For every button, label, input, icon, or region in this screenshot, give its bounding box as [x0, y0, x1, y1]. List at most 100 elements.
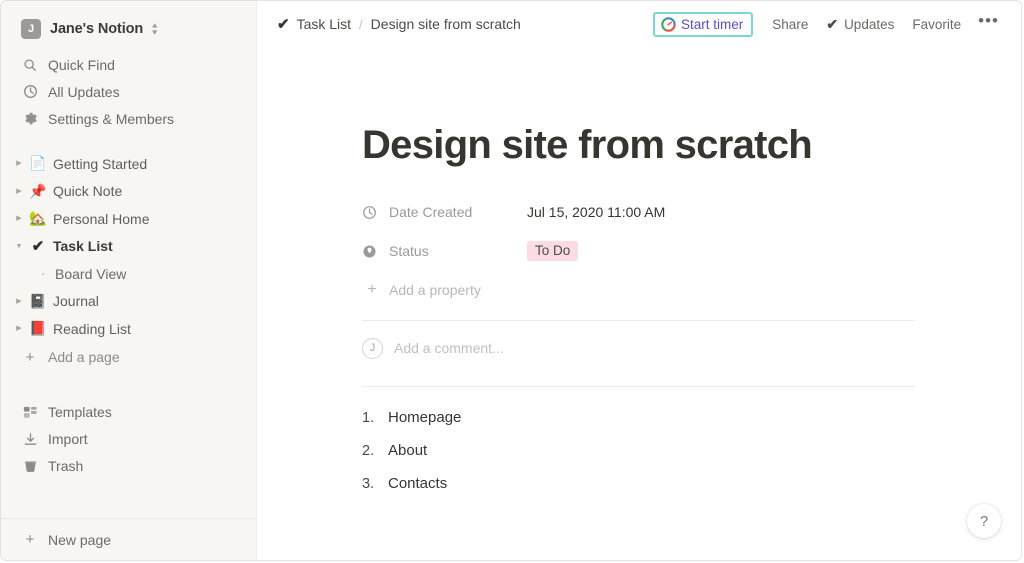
property-label: Date Created [389, 204, 473, 220]
list-item[interactable]: 3. Contacts [362, 475, 961, 508]
sidebar-item-settings-members[interactable]: Settings & Members [1, 105, 256, 132]
toolbar-actions: Start timer Share ✔ Updates Favorite ••• [653, 11, 1007, 38]
tree-item-label: Journal [53, 293, 99, 310]
property-name-status[interactable]: Status [362, 243, 527, 259]
page-icon: 📄 [29, 155, 47, 172]
app-window: J Jane's Notion ▲ ▼ Quick Find All Updat… [0, 0, 1022, 561]
comment-divider [362, 386, 915, 387]
pushpin-icon: 📌 [29, 182, 47, 199]
list-item-text[interactable]: Contacts [388, 475, 447, 492]
workspace-switcher[interactable]: J Jane's Notion ▲ ▼ [1, 1, 256, 49]
import-icon [21, 432, 39, 447]
add-property-label: Add a property [389, 282, 481, 298]
tree-item-board-view[interactable]: · Board View [1, 260, 256, 288]
breadcrumb-parent-label: Task List [296, 16, 352, 32]
chevron-updown-icon: ▲ ▼ [150, 21, 160, 37]
page-body: Design site from scratch Date Created Ju… [257, 47, 1021, 508]
checkmark-icon: ✔ [826, 15, 839, 32]
chevron-right-icon[interactable]: ▶ [11, 298, 27, 305]
list-item-number: 2. [362, 443, 375, 459]
start-timer-label: Start timer [681, 16, 744, 32]
templates-icon [21, 405, 39, 420]
breadcrumb-parent[interactable]: ✔ Task List [277, 15, 351, 33]
status-badge: To Do [527, 240, 579, 262]
add-comment-row[interactable]: J Add a comment... [362, 325, 961, 371]
add-a-page-label: Add a page [48, 349, 120, 365]
checkmark-icon: ✔ [31, 238, 45, 256]
sidebar-item-label: Import [48, 431, 88, 447]
tree-item-reading-list[interactable]: ▶ 📕 Reading List [1, 315, 256, 343]
plus-icon: + [367, 281, 377, 298]
avatar: J [362, 337, 383, 359]
properties-divider [362, 320, 915, 321]
plus-icon: + [25, 348, 35, 366]
house-icon: 🏡 [29, 210, 47, 227]
property-label: Status [389, 243, 429, 259]
notebook-icon: 📓 [29, 292, 47, 309]
tree-item-task-list[interactable]: ▼ ✔ Task List [1, 233, 256, 261]
sidebar: J Jane's Notion ▲ ▼ Quick Find All Updat… [1, 1, 257, 560]
tree-item-getting-started[interactable]: ▶ 📄 Getting Started [1, 150, 256, 178]
list-item-number: 1. [362, 410, 375, 426]
list-item-number: 3. [362, 476, 375, 492]
sidebar-item-label: All Updates [48, 83, 120, 100]
property-value-date-created[interactable]: Jul 15, 2020 11:00 AM [527, 204, 665, 220]
tree-item-personal-home[interactable]: ▶ 🏡 Personal Home [1, 205, 256, 233]
share-label: Share [772, 16, 809, 32]
favorite-button[interactable]: Favorite [903, 12, 970, 37]
list-item[interactable]: 2. About [362, 442, 961, 475]
tree-item-label: Getting Started [53, 155, 148, 172]
list-item-text[interactable]: About [388, 442, 427, 459]
sidebar-item-import[interactable]: Import [1, 426, 256, 453]
sidebar-item-all-updates[interactable]: All Updates [1, 78, 256, 105]
tree-item-quick-note[interactable]: ▶ 📌 Quick Note [1, 178, 256, 206]
tree-item-journal[interactable]: ▶ 📓 Journal [1, 288, 256, 316]
bullet-dot-icon: · [41, 266, 46, 282]
sidebar-item-templates[interactable]: Templates [1, 399, 256, 426]
chevron-down-icon[interactable]: ▼ [11, 243, 27, 250]
list-item[interactable]: 1. Homepage [362, 409, 961, 442]
property-name-date-created[interactable]: Date Created [362, 204, 527, 220]
sidebar-item-quick-find[interactable]: Quick Find [1, 51, 256, 78]
updates-button[interactable]: ✔ Updates [817, 11, 903, 38]
sidebar-item-label: Quick Find [48, 56, 115, 73]
help-button[interactable]: ? [967, 504, 1001, 538]
share-button[interactable]: Share [763, 12, 817, 37]
favorite-label: Favorite [912, 16, 962, 32]
sidebar-item-label: Templates [48, 404, 112, 420]
tree-item-label: Task List [53, 238, 113, 255]
checkmark-icon: ✔ [277, 16, 290, 33]
new-page-button[interactable]: + New page [1, 518, 256, 560]
plus-icon: + [25, 531, 35, 548]
tree-item-label: Quick Note [53, 183, 123, 200]
workspace-name: Jane's Notion [50, 21, 144, 37]
add-a-page-button[interactable]: + Add a page [1, 344, 256, 371]
comment-input[interactable]: Add a comment... [394, 340, 504, 356]
status-icon [362, 244, 382, 259]
sidebar-item-label: Settings & Members [48, 110, 175, 127]
gear-icon [21, 111, 39, 126]
tree-item-label: Personal Home [53, 210, 150, 227]
trash-icon [21, 459, 39, 474]
start-timer-button[interactable]: Start timer [653, 11, 754, 37]
main-content: ✔ Task List / Design site from scratch S… [257, 1, 1021, 560]
chevron-right-icon[interactable]: ▶ [11, 160, 27, 167]
sidebar-nav: Quick Find All Updates Settings & Member… [1, 49, 256, 132]
sidebar-bottom-nav: Templates Import Trash [1, 399, 256, 480]
chevron-right-icon[interactable]: ▶ [11, 215, 27, 222]
list-item-text[interactable]: Homepage [388, 409, 461, 426]
property-value-status[interactable]: To Do [527, 240, 579, 262]
sidebar-item-trash[interactable]: Trash [1, 453, 256, 480]
search-icon [21, 58, 39, 72]
page-title[interactable]: Design site from scratch [362, 123, 961, 167]
chevron-right-icon[interactable]: ▶ [11, 325, 27, 332]
add-property-button[interactable]: + Add a property [362, 275, 961, 305]
numbered-list: 1. Homepage 2. About 3. Contacts [362, 409, 961, 508]
breadcrumb-separator: / [359, 16, 363, 32]
more-options-button[interactable]: ••• [970, 12, 1007, 32]
chevron-right-icon[interactable]: ▶ [11, 188, 27, 195]
breadcrumb-current[interactable]: Design site from scratch [371, 16, 521, 32]
sidebar-item-label: Trash [48, 458, 84, 474]
page-tree: ▶ 📄 Getting Started ▶ 📌 Quick Note ▶ 🏡 P… [1, 150, 256, 371]
closed-book-icon: 📕 [29, 320, 47, 337]
